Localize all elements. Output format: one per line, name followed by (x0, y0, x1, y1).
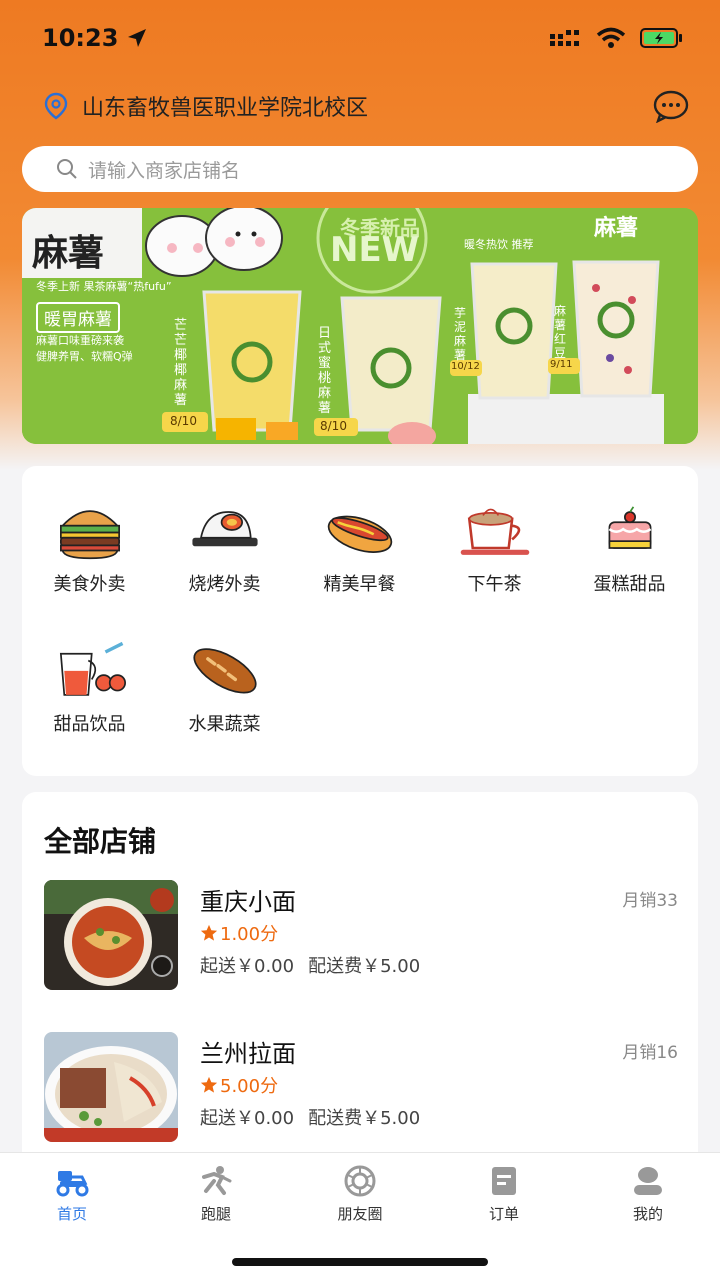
category-label: 烧烤外卖 (188, 574, 261, 595)
category-grid: 美食外卖 烧烤外卖 精美早餐 下午茶 蛋糕甜品 甜品饮品 水果蔬菜 (22, 466, 698, 776)
cup-mango (202, 290, 302, 440)
drink-price-4: 9/11 (550, 359, 573, 370)
category-fruit-veg[interactable]: 水果蔬菜 (157, 606, 292, 736)
tab-label: 首页 (56, 1205, 87, 1223)
drink-price-1: 8/10 (170, 414, 197, 428)
category-cake-dessert[interactable]: 蛋糕甜品 (562, 466, 697, 596)
order-icon (492, 1167, 516, 1195)
category-label: 下午茶 (467, 574, 522, 595)
banner-tag: 暖胃麻薯 (36, 302, 120, 333)
category-label: 精美早餐 (323, 574, 396, 595)
bread-icon (192, 648, 257, 694)
shop-sales: 月销16 (622, 1043, 678, 1063)
status-bar: 10:23 (0, 0, 720, 76)
shop-sales: 月销33 (622, 891, 678, 911)
profile-icon (634, 1167, 662, 1195)
burger-icon (59, 510, 120, 560)
chat-bubble-icon[interactable] (652, 89, 690, 123)
drink-name-1: 芒芒椰椰麻薯 (174, 318, 188, 408)
shop-thumbnail (44, 880, 178, 990)
shop-name: 兰州拉面 (200, 1040, 296, 1068)
home-indicator[interactable] (232, 1258, 488, 1266)
category-food-delivery[interactable]: 美食外卖 (22, 466, 157, 596)
banner-headline-right: 麻薯 (594, 216, 639, 241)
time-text: 10:23 (42, 24, 119, 52)
location-selector[interactable]: 山东畜牧兽医职业学院北校区 (44, 90, 368, 122)
tab-label: 朋友圈 (337, 1205, 383, 1223)
tab-orders[interactable]: 订单 (432, 1165, 576, 1225)
search-icon (57, 159, 77, 179)
category-breakfast[interactable]: 精美早餐 (292, 466, 427, 596)
banner-desc-2: 健脾养胃、软糯Q弹 (36, 350, 133, 363)
location-row: 山东畜牧兽医职业学院北校区 (44, 86, 690, 126)
star-icon (200, 1076, 218, 1093)
category-label: 甜品饮品 (53, 714, 126, 735)
rating-value: 1.00分 (220, 924, 279, 945)
status-time: 10:23 (42, 24, 148, 52)
shop-thumbnail (44, 1032, 178, 1142)
location-text: 山东畜牧兽医职业学院北校区 (82, 96, 369, 121)
tab-profile[interactable]: 我的 (576, 1165, 720, 1225)
tab-label: 我的 (632, 1205, 663, 1223)
star-icon (200, 924, 218, 941)
rice-bowl-icon (191, 511, 258, 547)
cup-taro (470, 262, 558, 400)
location-pin-icon (44, 92, 68, 120)
runner-icon (202, 1166, 232, 1195)
category-drinks[interactable]: 甜品饮品 (22, 606, 157, 736)
category-afternoon-tea[interactable]: 下午茶 (427, 466, 562, 596)
cellular-signal-icon (550, 30, 579, 46)
shop-fees: 起送￥0.00 配送费￥5.00 (200, 952, 420, 978)
banner-badge-new: NEW (330, 230, 420, 270)
min-order: 起送￥0.00 (200, 1108, 295, 1129)
cake-icon (608, 506, 651, 549)
location-arrow-icon (128, 29, 147, 47)
tab-label: 跑腿 (200, 1205, 231, 1223)
tab-home[interactable]: 首页 (0, 1165, 144, 1225)
drink-name-4: 麻薯红豆 (554, 304, 567, 360)
tab-moments[interactable]: 朋友圈 (288, 1165, 432, 1225)
section-title: 全部店铺 (44, 825, 157, 858)
status-icons (550, 27, 684, 49)
search-input[interactable]: 请输入商家店铺名 (88, 156, 240, 183)
shop-item[interactable]: 兰州拉面 月销16 5.00分 起送￥0.00 配送费￥5.00 (44, 1032, 678, 1144)
min-order: 起送￥0.00 (200, 956, 295, 977)
tab-label: 订单 (488, 1205, 519, 1223)
shop-name: 重庆小面 (200, 888, 296, 916)
banner-subtitle: 冬季上新 果茶麻薯“热fufu” (36, 280, 172, 293)
wifi-icon (596, 27, 626, 48)
search-bar[interactable]: 请输入商家店铺名 (22, 146, 698, 192)
shop-fees: 起送￥0.00 配送费￥5.00 (200, 1104, 420, 1130)
category-label: 水果蔬菜 (188, 714, 261, 735)
category-bbq-delivery[interactable]: 烧烤外卖 (157, 466, 292, 596)
drink-price-3: 10/12 (451, 361, 480, 372)
hotdog-icon (327, 515, 392, 553)
home-scooter-icon (56, 1171, 89, 1197)
moments-icon (344, 1165, 376, 1197)
banner-right-sub: 暖冬热饮 推荐 (464, 238, 534, 251)
delivery-fee: 配送费￥5.00 (308, 1108, 421, 1129)
battery-icon (640, 28, 682, 48)
category-label: 蛋糕甜品 (593, 574, 666, 595)
promo-banner[interactable]: 麻薯 冬季新品 NEW 麻薯 暖冬热饮 推荐 冬季上新 果茶麻薯“热fufu” … (22, 208, 698, 444)
shop-item[interactable]: 重庆小面 月销33 1.00分 起送￥0.00 配送费￥5.00 (44, 880, 678, 992)
banner-headline-left: 麻薯 (32, 233, 105, 274)
drinks-icon (59, 641, 126, 696)
tab-errand[interactable]: 跑腿 (144, 1165, 288, 1225)
drink-price-2: 8/10 (320, 419, 347, 433)
cup-redbean (572, 260, 660, 398)
rating-value: 5.00分 (220, 1076, 279, 1097)
category-label: 美食外卖 (53, 574, 126, 595)
shop-rating: 5.00分 (200, 1072, 278, 1098)
banner-desc-1: 麻薯口味重磅来袭 (36, 334, 124, 347)
delivery-fee: 配送费￥5.00 (308, 956, 421, 977)
coffee-cup-icon (460, 508, 529, 555)
drink-name-2: 日式蜜桃麻薯 (318, 326, 332, 416)
shops-section: 全部店铺 重庆小面 月销33 1.00分 起送￥0.00 配送费￥5.00 兰州… (22, 792, 698, 1162)
shop-rating: 1.00分 (200, 920, 278, 946)
drink-name-3: 芋泥麻薯 (454, 306, 467, 362)
